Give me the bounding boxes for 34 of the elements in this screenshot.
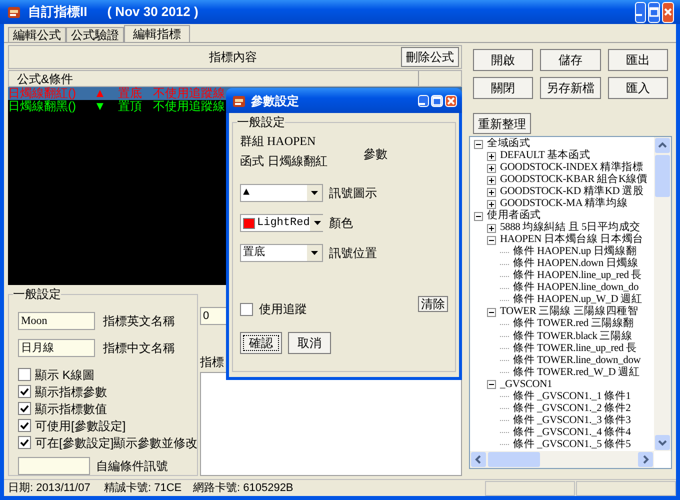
- column-header: 公式&條件: [9, 71, 419, 86]
- dropdown-label: 訊號圖示: [329, 185, 377, 202]
- tracking-text: 不使用追蹤線: [153, 100, 225, 113]
- formula-name: 日燭線翻紅(): [8, 87, 77, 100]
- signal-symbol: ▼: [94, 100, 107, 113]
- status-text: 精誠卡號: 71CE: [103, 480, 183, 496]
- field-label: 自編條件訊號: [96, 458, 168, 475]
- params-label: 參數: [363, 146, 388, 163]
- checkbox-label: 可在[參數設定]顯示參數並修改: [35, 434, 198, 452]
- signal-symbol: ▲: [94, 87, 107, 100]
- description-label: 指標: [200, 354, 225, 371]
- checkbox-label: 可使用[參數設定]: [35, 418, 126, 434]
- group-text: 群組 HAOPEN: [240, 133, 317, 149]
- dialog-title: 參數設定: [251, 92, 299, 110]
- position-text: 置底: [118, 87, 143, 100]
- position-text: 置頂: [118, 100, 143, 113]
- field-label: 指標英文名稱: [103, 313, 175, 330]
- checkbox-label: 顯示指標參數: [35, 384, 107, 400]
- group-title: 一般設定: [13, 287, 61, 301]
- checkbox-label: 使用追蹤: [259, 301, 307, 318]
- checkbox-label: 顯示指標數值: [35, 400, 107, 418]
- formula-name: 日燭線翻黑(): [8, 100, 77, 113]
- status-text: 網路卡號: 6105292B: [192, 480, 294, 496]
- status-text: 日期: 2013/11/07: [7, 480, 92, 496]
- field-label: 指標中文名稱: [103, 340, 175, 357]
- tracking-text: 不使用追蹤線: [153, 87, 225, 100]
- window-title: 自訂指標II: [28, 3, 88, 22]
- window-subtitle: ( Nov 30 2012 ): [107, 3, 198, 22]
- dropdown-label: 顏色: [329, 215, 353, 232]
- checkbox-label: 顯示 K線圖: [35, 366, 94, 384]
- dropdown-label: 訊號位置: [329, 245, 377, 262]
- function-text: 函式 日燭線翻紅: [240, 153, 328, 169]
- panel-title: 指標內容: [209, 49, 257, 66]
- group-title: 一般設定: [237, 115, 285, 129]
